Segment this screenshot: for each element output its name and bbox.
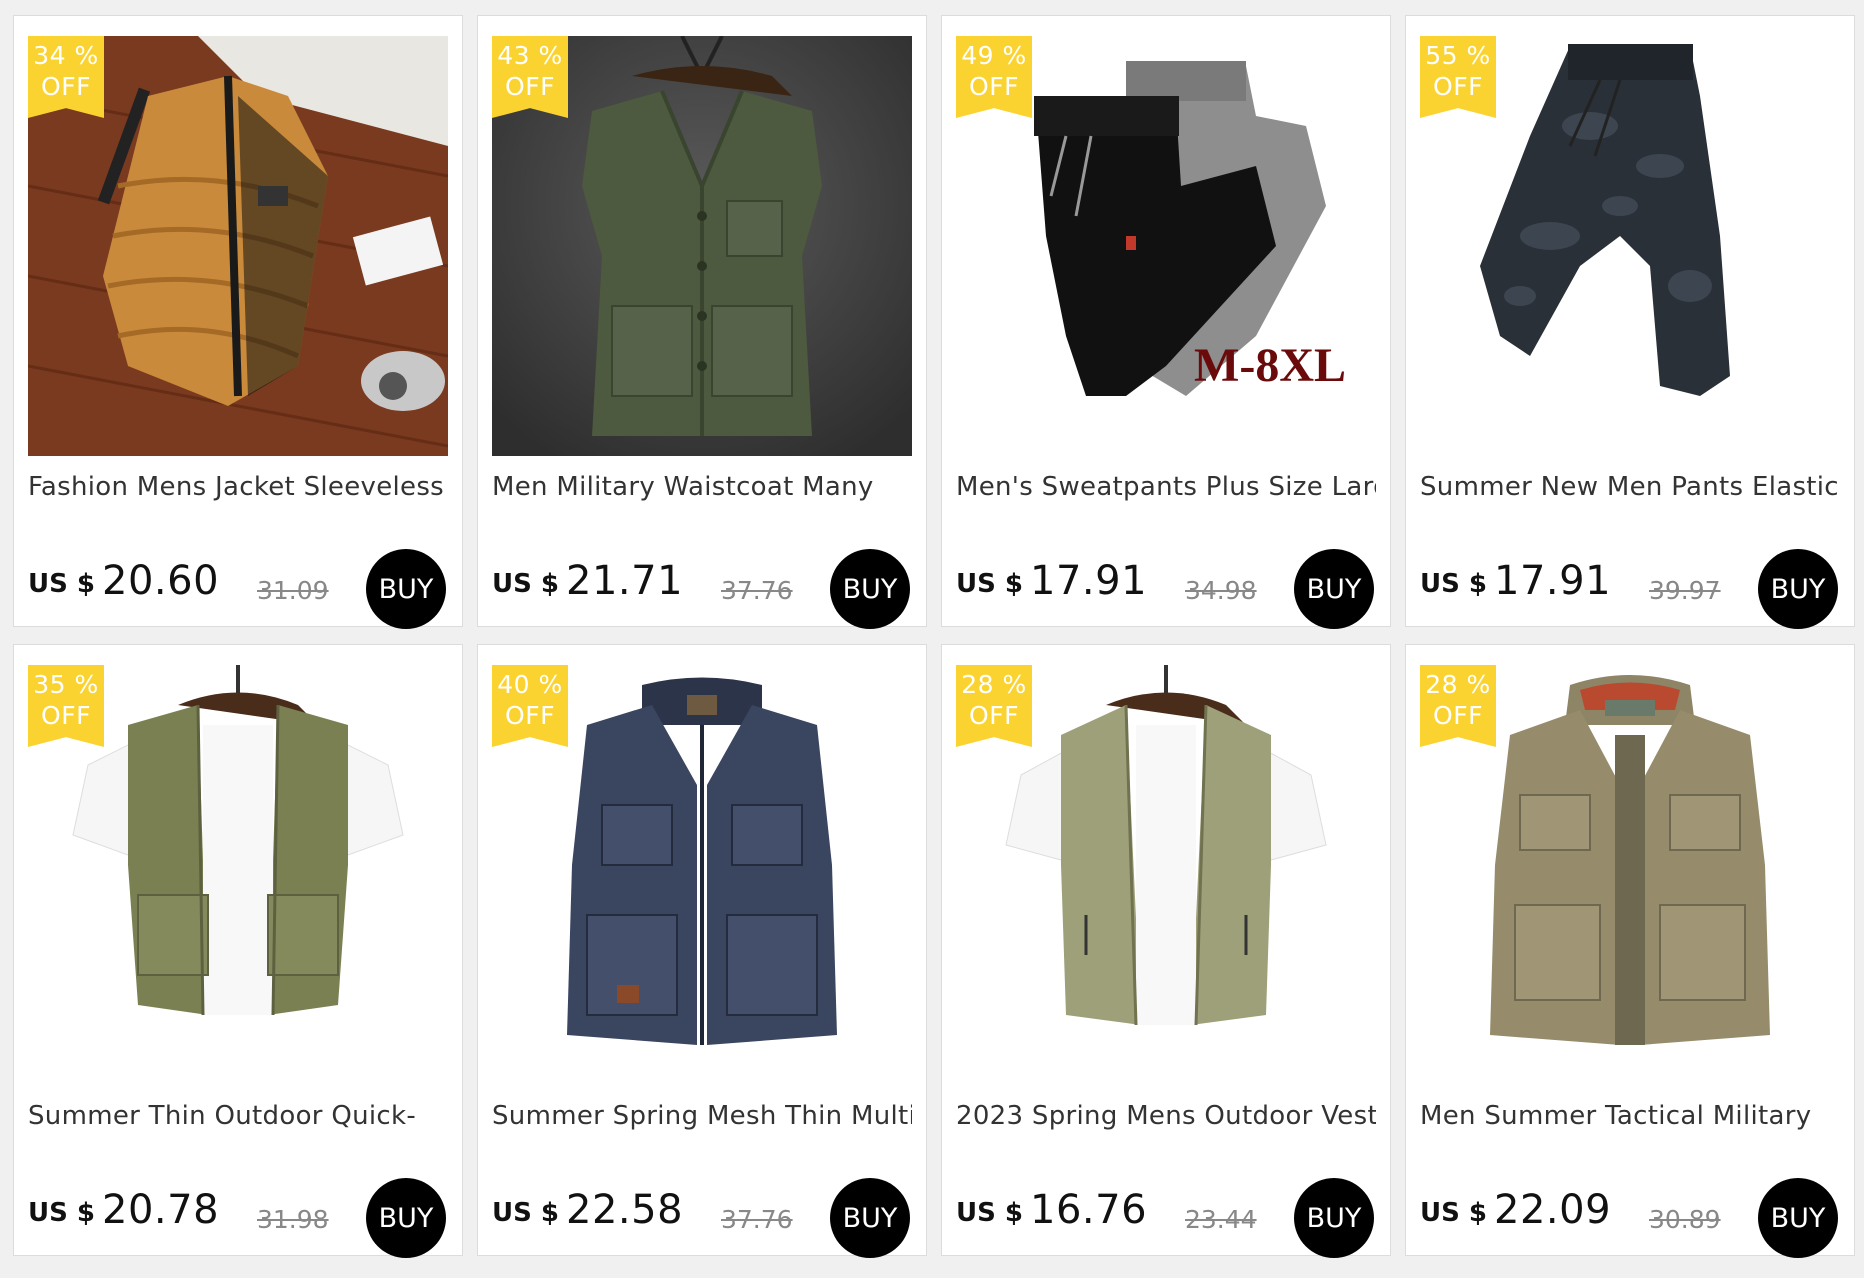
discount-badge: 55 % OFF <box>1420 36 1496 118</box>
price-row: US $ 20.60 31.09 BUY <box>28 549 448 629</box>
sale-price: 17.91 <box>1030 558 1148 604</box>
product-card[interactable]: 28 % OFF Men Summer Tactical Military US… <box>1405 644 1855 1258</box>
discount-badge: 28 % OFF <box>956 665 1032 747</box>
product-title[interactable]: Summer New Men Pants Elastic <box>1420 472 1840 502</box>
product-image[interactable]: 28 % OFF <box>1420 665 1840 1085</box>
buy-button[interactable]: BUY <box>366 1178 446 1258</box>
buy-button[interactable]: BUY <box>1758 549 1838 629</box>
price-row: US $ 16.76 23.44 BUY <box>956 1178 1376 1258</box>
product-card[interactable]: 43 % OFF Men Military Waistcoat Many US … <box>477 15 927 629</box>
discount-percent: 40 % <box>497 670 563 699</box>
discount-percent: 43 % <box>497 41 563 70</box>
discount-badge: 49 % OFF <box>956 36 1032 118</box>
size-range-text: M-8XL <box>1194 339 1346 392</box>
discount-badge: 43 % OFF <box>492 36 568 118</box>
discount-percent: 49 % <box>961 41 1027 70</box>
product-image[interactable]: M-8XL 49 % OFF <box>956 36 1376 456</box>
product-card[interactable]: 34 % OFF Fashion Mens Jacket Sleeveless … <box>13 15 463 629</box>
product-image[interactable]: 28 % OFF <box>956 665 1376 1085</box>
price-row: US $ 21.71 37.76 BUY <box>492 549 912 629</box>
product-title[interactable]: 2023 Spring Mens Outdoor Vests <box>956 1101 1376 1131</box>
buy-button[interactable]: BUY <box>830 1178 910 1258</box>
product-title[interactable]: Fashion Mens Jacket Sleeveless <box>28 472 448 502</box>
product-image[interactable]: 55 % OFF <box>1420 36 1840 456</box>
currency-label: US $ <box>1420 569 1487 599</box>
product-image[interactable]: 43 % OFF <box>492 36 912 456</box>
discount-off-label: OFF <box>1433 701 1483 730</box>
discount-off-label: OFF <box>41 72 91 101</box>
currency-label: US $ <box>956 1198 1023 1228</box>
price-row: US $ 17.91 34.98 BUY <box>956 549 1376 629</box>
discount-percent: 55 % <box>1425 41 1491 70</box>
currency-label: US $ <box>28 1198 95 1228</box>
discount-percent: 28 % <box>1425 670 1491 699</box>
product-image[interactable]: 34 % OFF <box>28 36 448 456</box>
discount-off-label: OFF <box>505 701 555 730</box>
price-row: US $ 17.91 39.97 BUY <box>1420 549 1840 629</box>
product-title[interactable]: Summer Thin Outdoor Quick- <box>28 1101 448 1131</box>
discount-off-label: OFF <box>969 701 1019 730</box>
currency-label: US $ <box>1420 1198 1487 1228</box>
product-card[interactable]: 40 % OFF Summer Spring Mesh Thin Multi U… <box>477 644 927 1258</box>
sale-price: 21.71 <box>566 558 684 604</box>
buy-button[interactable]: BUY <box>1294 1178 1374 1258</box>
currency-label: US $ <box>956 569 1023 599</box>
sale-price: 20.60 <box>102 558 220 604</box>
discount-percent: 28 % <box>961 670 1027 699</box>
original-price: 34.98 <box>1185 576 1257 605</box>
buy-button[interactable]: BUY <box>830 549 910 629</box>
price-row: US $ 22.58 37.76 BUY <box>492 1178 912 1258</box>
price-row: US $ 22.09 30.89 BUY <box>1420 1178 1840 1258</box>
discount-badge: 40 % OFF <box>492 665 568 747</box>
discount-badge: 28 % OFF <box>1420 665 1496 747</box>
discount-percent: 35 % <box>33 670 99 699</box>
original-price: 31.98 <box>257 1205 329 1234</box>
sale-price: 22.09 <box>1494 1187 1612 1233</box>
original-price: 23.44 <box>1185 1205 1257 1234</box>
product-title[interactable]: Men's Sweatpants Plus Size Large <box>956 472 1376 502</box>
buy-button[interactable]: BUY <box>1758 1178 1838 1258</box>
discount-percent: 34 % <box>33 41 99 70</box>
original-price: 37.76 <box>721 576 793 605</box>
product-title[interactable]: Men Summer Tactical Military <box>1420 1101 1840 1131</box>
product-card[interactable]: 28 % OFF 2023 Spring Mens Outdoor Vests … <box>941 644 1391 1258</box>
sale-price: 16.76 <box>1030 1187 1148 1233</box>
product-card[interactable]: M-8XL 49 % OFF Men's Sweatpants Plus Siz… <box>941 15 1391 629</box>
product-title[interactable]: Men Military Waistcoat Many <box>492 472 912 502</box>
buy-button[interactable]: BUY <box>366 549 446 629</box>
currency-label: US $ <box>492 1198 559 1228</box>
discount-off-label: OFF <box>41 701 91 730</box>
price-row: US $ 20.78 31.98 BUY <box>28 1178 448 1258</box>
product-card[interactable]: 55 % OFF Summer New Men Pants Elastic US… <box>1405 15 1855 629</box>
product-card[interactable]: 35 % OFF Summer Thin Outdoor Quick- US $… <box>13 644 463 1258</box>
discount-off-label: OFF <box>969 72 1019 101</box>
original-price: 37.76 <box>721 1205 793 1234</box>
product-image[interactable]: 40 % OFF <box>492 665 912 1085</box>
discount-off-label: OFF <box>1433 72 1483 101</box>
currency-label: US $ <box>28 569 95 599</box>
discount-badge: 35 % OFF <box>28 665 104 747</box>
sale-price: 22.58 <box>566 1187 684 1233</box>
currency-label: US $ <box>492 569 559 599</box>
discount-off-label: OFF <box>505 72 555 101</box>
product-image[interactable]: 35 % OFF <box>28 665 448 1085</box>
buy-button[interactable]: BUY <box>1294 549 1374 629</box>
original-price: 39.97 <box>1649 576 1721 605</box>
original-price: 31.09 <box>257 576 329 605</box>
discount-badge: 34 % OFF <box>28 36 104 118</box>
sale-price: 20.78 <box>102 1187 220 1233</box>
original-price: 30.89 <box>1649 1205 1721 1234</box>
product-title[interactable]: Summer Spring Mesh Thin Multi <box>492 1101 912 1131</box>
product-grid: 34 % OFF Fashion Mens Jacket Sleeveless … <box>13 15 1855 1258</box>
sale-price: 17.91 <box>1494 558 1612 604</box>
